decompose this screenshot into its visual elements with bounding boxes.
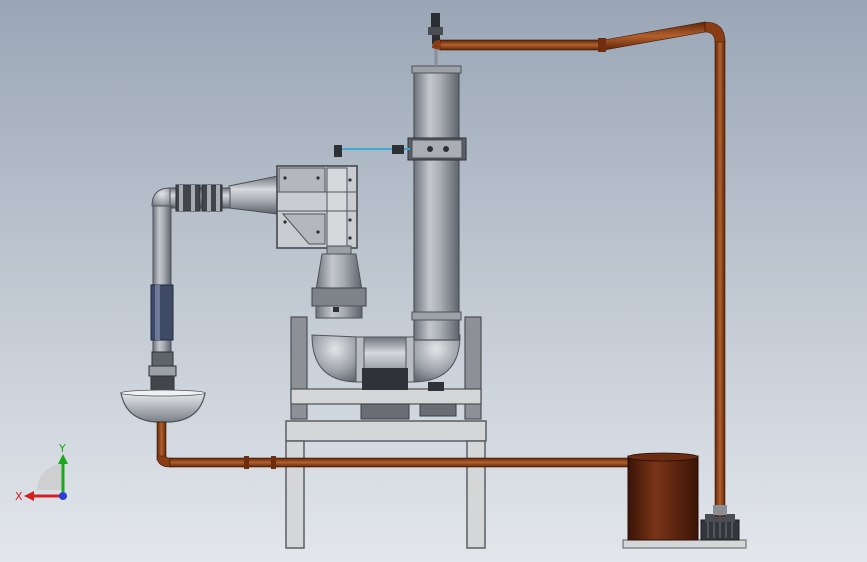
pump (700, 514, 740, 541)
y-axis-label: Y (58, 442, 66, 455)
air-tube (334, 145, 410, 157)
assembly-drawing: Y X (15, 13, 747, 549)
axis-triad: Y X (15, 442, 68, 503)
vertical-column (407, 42, 467, 341)
top-valve (428, 13, 443, 44)
funnel-cone (311, 245, 367, 319)
collection-bowl (120, 389, 206, 423)
support-table (285, 420, 487, 549)
separator-housing (228, 165, 358, 249)
inlet-pipe (167, 184, 231, 212)
x-axis-label: X (15, 490, 23, 503)
u-bend-pipe (311, 334, 461, 391)
z-axis-dot (59, 492, 67, 500)
cad-viewport[interactable]: Y X (0, 0, 867, 562)
left-down-pipe (148, 187, 177, 393)
